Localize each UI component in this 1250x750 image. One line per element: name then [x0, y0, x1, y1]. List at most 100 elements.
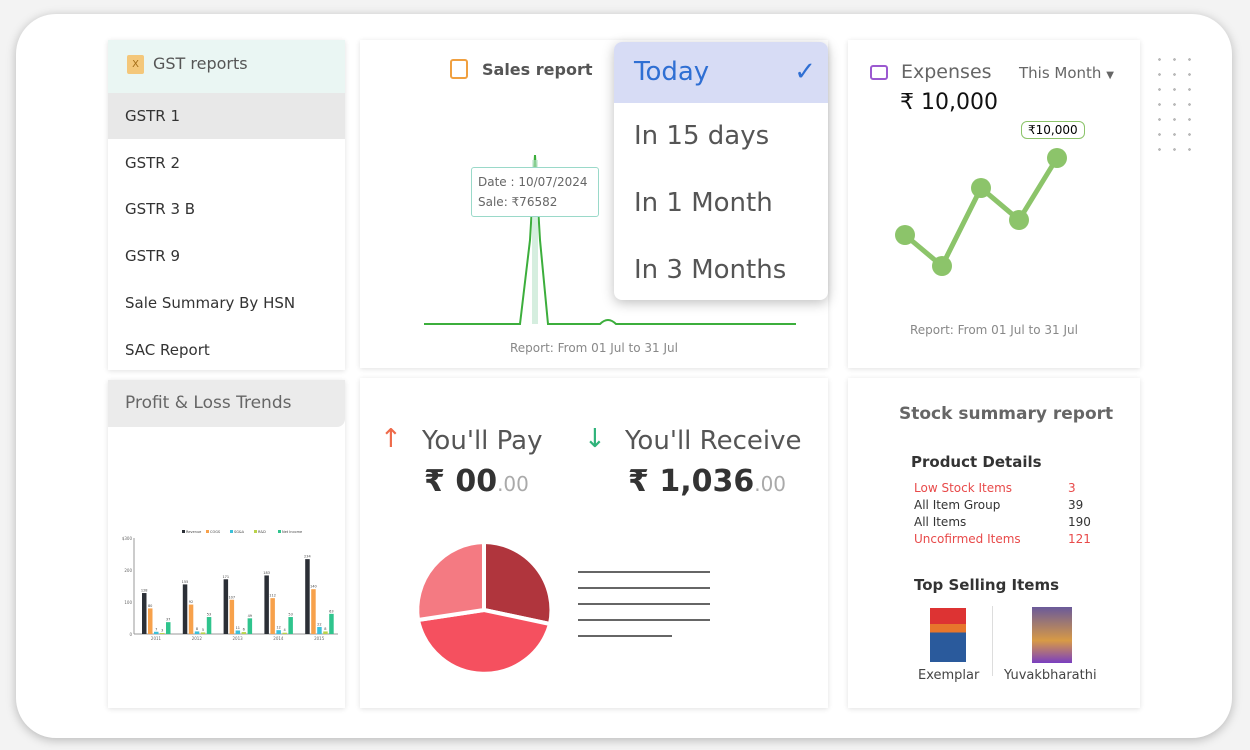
receive-amount: ₹ 1,036: [628, 464, 755, 499]
row-label: All Item Group: [914, 498, 1001, 512]
pay-receive-card: ↑ You'll Pay ₹ 00.00 ↓ You'll Receive ₹ …: [360, 378, 828, 708]
bar-revenue: [142, 593, 147, 634]
point: [971, 178, 991, 198]
bar-net-income: [329, 613, 334, 634]
bar-r-d: [200, 632, 206, 634]
gst-item-gstr3b[interactable]: GSTR 3 B: [108, 186, 345, 232]
expenses-card: Expenses This Month ▼ ₹ 10,000 ₹10,000 R…: [848, 40, 1140, 368]
bar-sg-a: [235, 630, 241, 634]
gst-header: X GST reports: [108, 40, 345, 93]
sales-footer: Report: From 01 Jul to 31 Jul: [510, 341, 678, 355]
gst-item-hsn[interactable]: Sale Summary By HSN: [108, 280, 345, 326]
gst-reports-card: X GST reports GSTR 1 GSTR 2 GSTR 3 B GST…: [108, 40, 345, 370]
row-value: 39: [1068, 498, 1084, 512]
bar-sg-a: [154, 631, 159, 634]
row-label: All Items: [914, 515, 967, 529]
bar-value-label: 4: [283, 628, 286, 632]
bar-value-label: 112: [269, 594, 276, 598]
product-detail-row[interactable]: All Item Group 39: [914, 497, 1114, 514]
bar-cogs: [229, 599, 235, 634]
legend-swatch: [278, 530, 281, 533]
bar-cogs: [270, 598, 275, 634]
y-tick-label: $300: [122, 536, 133, 541]
book-cover-yuvakbharathi[interactable]: [1032, 607, 1072, 663]
expenses-badge: ₹10,000: [1021, 121, 1085, 139]
gst-item-sac[interactable]: SAC Report: [108, 327, 345, 373]
item-label-exemplar[interactable]: Exemplar: [918, 668, 979, 683]
expenses-line-chart: [895, 148, 1067, 276]
top-selling-title: Top Selling Items: [914, 576, 1060, 594]
arrow-up-icon: ↑: [380, 424, 402, 454]
tooltip-sale: Sale: ₹76582: [478, 195, 558, 209]
dropdown-item-15-days[interactable]: In 15 days: [614, 103, 828, 170]
bar-value-label: 7: [155, 627, 157, 631]
row-label: Uncofirmed Items: [914, 532, 1021, 546]
point: [1009, 210, 1029, 230]
bar-value-label: 11: [236, 626, 240, 630]
dropdown-item-today[interactable]: Today ✓: [614, 42, 828, 103]
gst-item-gstr1[interactable]: GSTR 1: [108, 93, 345, 139]
receive-decimal: .00: [754, 472, 787, 496]
x-tick-label: 2014: [273, 636, 284, 641]
stock-summary-card: Stock summary report Product Details Low…: [848, 378, 1140, 708]
pie-slice: [415, 539, 486, 623]
legend-label: Net Income: [282, 530, 302, 534]
book-cover-exemplar[interactable]: [930, 608, 966, 662]
pay-decimal: .00: [497, 472, 529, 496]
gst-item-gstr9[interactable]: GSTR 9: [108, 233, 345, 279]
bar-value-label: 92: [189, 600, 193, 604]
y-tick-label: 200: [124, 568, 132, 573]
product-detail-row[interactable]: Low Stock Items 3: [914, 480, 1114, 497]
bar-value-label: 8: [324, 627, 326, 631]
bar-value-label: 63: [329, 609, 333, 613]
bar-revenue: [182, 584, 188, 634]
item-label-yuvakbharathi[interactable]: Yuvakbharathi: [1004, 668, 1097, 683]
bar-cogs: [311, 589, 316, 634]
dropdown-item-1-month[interactable]: In 1 Month: [614, 170, 828, 237]
product-details-list: Low Stock Items 3 All Item Group 39 All Item…: [914, 480, 1114, 548]
receive-label: You'll Receive: [625, 426, 802, 456]
bar-r-d: [160, 633, 165, 634]
bar-sg-a: [276, 630, 281, 634]
expenses-footer: Report: From 01 Jul to 31 Jul: [910, 323, 1078, 337]
bar-value-label: 183: [263, 571, 270, 575]
bar-r-d: [323, 631, 328, 634]
legend-label: SG&A: [234, 530, 245, 534]
row-label: Low Stock Items: [914, 481, 1013, 495]
x-tick-label: 2015: [314, 636, 325, 641]
bar-value-label: 171: [222, 575, 229, 579]
profit-loss-title[interactable]: Profit & Loss Trends: [108, 380, 345, 427]
row-value: 190: [1068, 515, 1091, 529]
x-tick-label: 2011: [151, 636, 162, 641]
bar-r-d: [282, 632, 287, 634]
arrow-down-icon: ↓: [584, 424, 606, 454]
check-icon: ✓: [794, 57, 816, 87]
profit-loss-card: Profit & Loss Trends 0 100 200 $300 Revenue C…: [108, 380, 345, 708]
row-value: 121: [1068, 532, 1091, 546]
x-tick-label: 2013: [233, 636, 244, 641]
bar-value-label: 12: [276, 626, 280, 630]
bar-net-income: [247, 618, 253, 634]
legend-swatch: [182, 530, 185, 533]
bar-net-income: [166, 622, 171, 634]
product-detail-row[interactable]: Uncofirmed Items 121: [914, 531, 1114, 548]
bar-value-label: 80: [148, 604, 152, 608]
gst-item-gstr2[interactable]: GSTR 2: [108, 140, 345, 186]
bar-value-label: 22: [317, 622, 321, 626]
product-detail-row[interactable]: All Items 190: [914, 514, 1114, 531]
stock-title: Stock summary report: [899, 404, 1114, 424]
pay-receive-pie: [415, 539, 710, 676]
bar-value-label: 140: [310, 585, 317, 589]
point: [932, 256, 952, 276]
legend-swatch: [230, 530, 233, 533]
tooltip-date: Date : 10/07/2024: [478, 175, 588, 189]
dropdown-item-3-months[interactable]: In 3 Months: [614, 237, 828, 300]
legend-label: COGS: [210, 530, 221, 534]
legend-label: Revenue: [186, 530, 201, 534]
pay-label: You'll Pay: [422, 426, 543, 456]
bar-revenue: [264, 575, 269, 634]
point: [895, 225, 915, 245]
bar-revenue: [223, 579, 229, 634]
divider: [992, 606, 993, 676]
bar-sg-a: [194, 631, 200, 634]
